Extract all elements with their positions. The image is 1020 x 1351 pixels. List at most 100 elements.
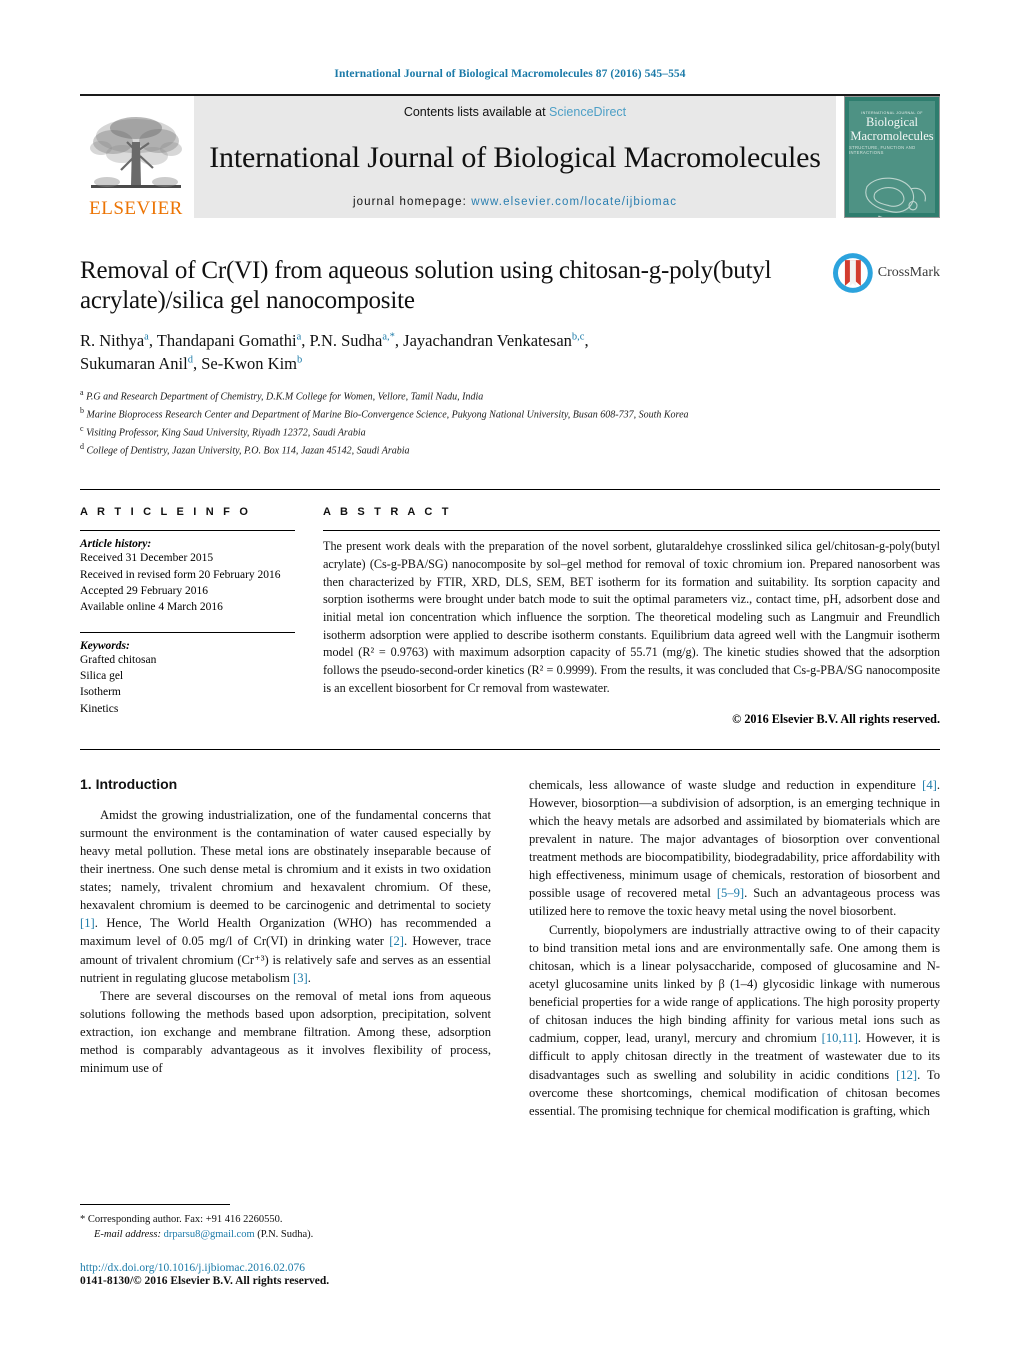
article-history-item: Received 31 December 2015 xyxy=(80,552,214,565)
author-list: R. Nithyaa, Thandapani Gomathia, P.N. Su… xyxy=(80,329,820,376)
cover-title-line2: Macromolecules xyxy=(850,128,934,143)
body-column-left: 1. Introduction Amidst the growing indus… xyxy=(80,776,491,1120)
author-line-1: R. Nithyaa, Thandapani Gomathia, P.N. Su… xyxy=(80,331,589,350)
author-separator: , xyxy=(192,354,202,374)
affiliation-item: b Marine Bioprocess Research Center and … xyxy=(80,405,820,423)
author-name: Sukumaran Anil xyxy=(80,354,188,374)
citation-ref[interactable]: [5–9] xyxy=(717,886,744,900)
email-owner: (P.N. Sudha). xyxy=(257,1228,314,1240)
homepage-prefix: journal homepage: xyxy=(352,196,472,208)
crossmark-badge[interactable]: CrossMark xyxy=(832,252,940,294)
journal-masthead: ELSEVIER Contents lists available at Sci… xyxy=(80,94,940,218)
crossmark-label: CrossMark xyxy=(877,265,940,280)
footnote-rule xyxy=(80,1203,230,1205)
keywords-rule xyxy=(80,631,295,633)
affiliation-item: c Visiting Professor, King Saud Universi… xyxy=(80,423,820,441)
journal-cover-thumbnail: INTERNATIONAL JOURNAL OF Biological Macr… xyxy=(844,96,940,218)
sciencedirect-link[interactable]: ScienceDirect xyxy=(549,105,626,119)
affiliation-marker: b xyxy=(80,405,84,415)
author-name: Se-Kwon Kim xyxy=(201,354,297,374)
author-name: Thandapani Gomathi xyxy=(156,331,297,350)
email-link[interactable]: drparsu8@gmail.com xyxy=(164,1229,255,1240)
article-info-column: A R T I C L E I N F O Article history: R… xyxy=(80,506,295,726)
journal-homepage-line: journal homepage: www.elsevier.com/locat… xyxy=(353,196,677,208)
affiliation-text: P.G and Research Department of Chemistry… xyxy=(86,391,484,403)
body-columns: 1. Introduction Amidst the growing indus… xyxy=(80,776,940,1120)
title-area: Removal of Cr(VI) from aqueous solution … xyxy=(80,253,940,460)
article-info-rule xyxy=(80,530,295,532)
abstract-rule xyxy=(323,530,940,532)
corresponding-marker: * xyxy=(80,1213,86,1225)
doi-block: http://dx.doi.org/10.1016/j.ijbiomac.201… xyxy=(80,1262,510,1287)
contents-prefix: Contents lists available at xyxy=(403,105,550,119)
article-history-title: Article history: xyxy=(80,538,152,551)
author-affiliation-marker: a,* xyxy=(382,331,395,343)
affiliation-list: a P.G and Research Department of Chemist… xyxy=(80,387,820,460)
affiliation-text: College of Dentistry, Jazan University, … xyxy=(86,445,410,457)
paragraph: There are several discourses on the remo… xyxy=(80,988,491,1076)
body-column-right: chemicals, less allowance of waste sludg… xyxy=(529,776,940,1120)
abstract-column: A B S T R A C T The present work deals w… xyxy=(323,506,940,726)
keyword-item: Isotherm xyxy=(80,686,121,699)
contents-available-line: Contents lists available at ScienceDirec… xyxy=(404,105,626,119)
citation-ref[interactable]: [2] xyxy=(389,934,404,948)
cover-inner: INTERNATIONAL JOURNAL OF Biological Macr… xyxy=(849,101,935,217)
article-history-item: Available online 4 March 2016 xyxy=(80,601,223,614)
cover-title-line1: Biological xyxy=(865,115,919,129)
journal-title: International Journal of Biological Macr… xyxy=(209,140,821,174)
article-info-heading: A R T I C L E I N F O xyxy=(80,506,252,519)
elsevier-wordmark: ELSEVIER xyxy=(89,198,183,219)
section-divider xyxy=(80,748,940,750)
paragraph: Amidst the growing industrialization, on… xyxy=(80,807,491,985)
author-separator: , xyxy=(394,331,404,350)
citation-ref[interactable]: [4] xyxy=(922,778,937,792)
keywords-title: Keywords: xyxy=(80,639,130,652)
author-separator: , xyxy=(584,331,589,350)
author-name: Jayachandran Venkatesan xyxy=(403,331,572,350)
corresponding-author-note: * Corresponding author. Fax: +91 416 226… xyxy=(80,1212,510,1227)
author-separator: , xyxy=(148,331,157,350)
section-heading-introduction: 1. Introduction xyxy=(80,775,178,792)
info-abstract-block: A R T I C L E I N F O Article history: R… xyxy=(80,489,940,726)
keyword-item: Grafted chitosan xyxy=(80,653,157,666)
keyword-item: Kinetics xyxy=(80,702,119,715)
paragraph: Currently, biopolymers are industrially … xyxy=(529,922,941,1118)
doi-link[interactable]: http://dx.doi.org/10.1016/j.ijbiomac.201… xyxy=(80,1262,510,1274)
citation-ref[interactable]: [3] xyxy=(293,971,308,985)
paragraph: chemicals, less allowance of waste sludg… xyxy=(529,777,940,919)
affiliation-marker: d xyxy=(80,442,84,452)
affiliation-item: d College of Dentistry, Jazan University… xyxy=(80,441,820,459)
affiliation-text: Marine Bioprocess Research Center and De… xyxy=(86,409,689,421)
email-note: E-mail address: drparsu8@gmail.com (P.N.… xyxy=(80,1227,510,1242)
corresponding-text: Corresponding author. Fax: +91 416 22605… xyxy=(87,1213,283,1225)
author-affiliation-marker: b,c xyxy=(571,331,585,343)
issn-copyright-line: 0141-8130/© 2016 Elsevier B.V. All right… xyxy=(80,1275,330,1287)
author-line-2: Sukumaran Anild, Se-Kwon Kimb xyxy=(80,354,302,373)
citation-ref[interactable]: [12] xyxy=(896,1068,917,1082)
cover-molecule-illustration xyxy=(865,177,926,217)
elsevier-tree-icon xyxy=(90,117,182,188)
article-history-item: Received in revised form 20 February 201… xyxy=(80,568,281,581)
citation-ref[interactable]: [1] xyxy=(80,916,95,930)
keywords-block: Keywords: Grafted chitosan Silica gel Is… xyxy=(80,631,295,717)
homepage-url-link[interactable]: www.elsevier.com/locate/ijbiomac xyxy=(471,196,677,208)
citation-ref[interactable]: [10,11] xyxy=(822,1031,858,1045)
author-affiliation-marker: b xyxy=(297,354,303,366)
affiliation-text: Visiting Professor, King Saud University… xyxy=(86,427,366,439)
affiliation-marker: c xyxy=(80,424,84,434)
running-head: International Journal of Biological Macr… xyxy=(334,68,686,80)
journal-band: Contents lists available at ScienceDirec… xyxy=(194,96,836,218)
page-title: Removal of Cr(VI) from aqueous solution … xyxy=(80,257,772,314)
affiliation-marker: a xyxy=(80,387,84,397)
keyword-item: Silica gel xyxy=(80,669,124,682)
article-history-item: Accepted 29 February 2016 xyxy=(80,585,209,597)
abstract-heading: A B S T R A C T xyxy=(323,506,452,519)
elsevier-logo: ELSEVIER xyxy=(80,96,192,218)
email-label: E-mail address: xyxy=(94,1228,161,1240)
abstract-copyright: © 2016 Elsevier B.V. All rights reserved… xyxy=(732,711,940,726)
author-name: R. Nithya xyxy=(80,331,145,350)
cover-subtitle: STRUCTURE, FUNCTION AND INTERACTIONS xyxy=(849,144,916,155)
affiliation-item: a P.G and Research Department of Chemist… xyxy=(80,387,820,405)
article-page: International Journal of Biological Macr… xyxy=(0,0,1020,1351)
page-footer: * Corresponding author. Fax: +91 416 226… xyxy=(80,1203,510,1287)
